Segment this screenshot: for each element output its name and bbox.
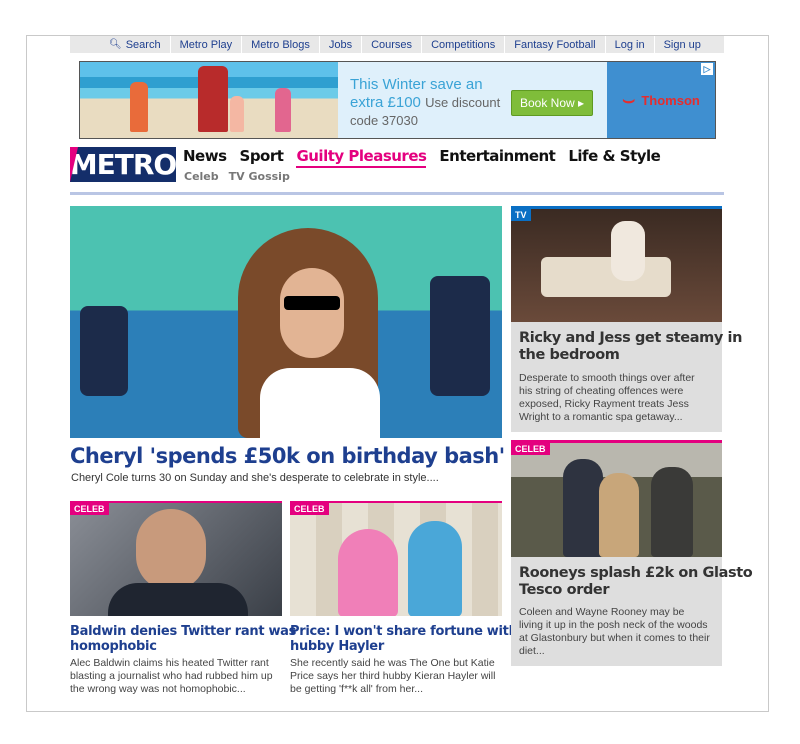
ad-copy: This Winter save an extra £100 Use disco… xyxy=(338,62,607,138)
nav-sport[interactable]: Sport xyxy=(240,147,284,168)
nav-metro-play-link[interactable]: Metro Play xyxy=(169,36,242,53)
category-tag: TV xyxy=(511,209,531,221)
price-image[interactable]: CELEB xyxy=(290,503,502,616)
nav-competitions-link[interactable]: Competitions xyxy=(421,36,504,53)
divider xyxy=(70,192,724,195)
nav-guilty-pleasures[interactable]: Guilty Pleasures xyxy=(296,147,427,168)
banner-ad[interactable]: This Winter save an extra £100 Use disco… xyxy=(79,61,716,139)
nav-metro-blogs-link[interactable]: Metro Blogs xyxy=(241,36,319,53)
hero-summary: Cheryl Cole turns 30 on Sunday and she's… xyxy=(71,472,439,484)
hero-image[interactable] xyxy=(70,206,502,438)
tui-smile-icon: ⌣ xyxy=(622,88,636,111)
baldwin-image[interactable]: CELEB xyxy=(70,503,282,616)
utility-nav: 🔍︎ Search Metro Play Metro Blogs Jobs Cou… xyxy=(70,36,724,53)
nav-login-link[interactable]: Log in xyxy=(604,36,654,53)
nav-signup-link[interactable]: Sign up xyxy=(653,36,710,53)
price-headline[interactable]: Price: I won't share fortune with hubby … xyxy=(290,624,518,654)
category-tag: CELEB xyxy=(511,443,550,455)
ad-book-now-button[interactable]: Book Now ▸ xyxy=(511,90,594,116)
rooneys-headline[interactable]: Rooneys splash £2k on Glasto Tesco order xyxy=(519,565,753,599)
baldwin-headline[interactable]: Baldwin denies Twitter rant was homophob… xyxy=(70,624,296,654)
sub-nav: Celeb TV Gossip xyxy=(184,170,300,183)
nav-jobs-link[interactable]: Jobs xyxy=(318,36,361,53)
nav-fantasy-football-link[interactable]: Fantasy Football xyxy=(504,36,604,53)
price-summary: She recently said he was The One but Kat… xyxy=(290,657,496,695)
rooneys-image[interactable]: CELEB xyxy=(511,443,722,557)
subnav-celeb[interactable]: Celeb xyxy=(184,170,219,183)
rooneys-summary: Coleen and Wayne Rooney may be living it… xyxy=(519,606,710,657)
baldwin-summary: Alec Baldwin claims his heated Twitter r… xyxy=(70,657,273,695)
nav-search-link[interactable]: 🔍︎ Search xyxy=(100,36,170,53)
ad-brand-logo: ⌣ Thomson ▷ xyxy=(607,62,715,138)
ricky-summary: Desperate to smooth things over after hi… xyxy=(519,372,695,423)
adchoices-icon[interactable]: ▷ xyxy=(701,63,713,75)
category-tag: CELEB xyxy=(290,503,329,515)
ad-beach-photo xyxy=(80,62,338,138)
nav-life-style[interactable]: Life & Style xyxy=(568,147,661,168)
ricky-headline[interactable]: Ricky and Jess get steamy in the bedroom xyxy=(519,330,742,364)
hero-headline[interactable]: Cheryl 'spends £50k on birthday bash' xyxy=(70,444,505,468)
ricky-image[interactable]: TV xyxy=(511,209,722,322)
nav-news[interactable]: News xyxy=(183,147,227,168)
nav-courses-link[interactable]: Courses xyxy=(361,36,421,53)
metro-logo[interactable]: METRO xyxy=(70,147,177,182)
search-icon: 🔍︎ xyxy=(109,39,122,50)
category-tag: CELEB xyxy=(70,503,109,515)
subnav-tv-gossip[interactable]: TV Gossip xyxy=(229,170,290,183)
nav-entertainment[interactable]: Entertainment xyxy=(439,147,555,168)
main-nav: News Sport Guilty Pleasures Entertainmen… xyxy=(183,147,673,168)
